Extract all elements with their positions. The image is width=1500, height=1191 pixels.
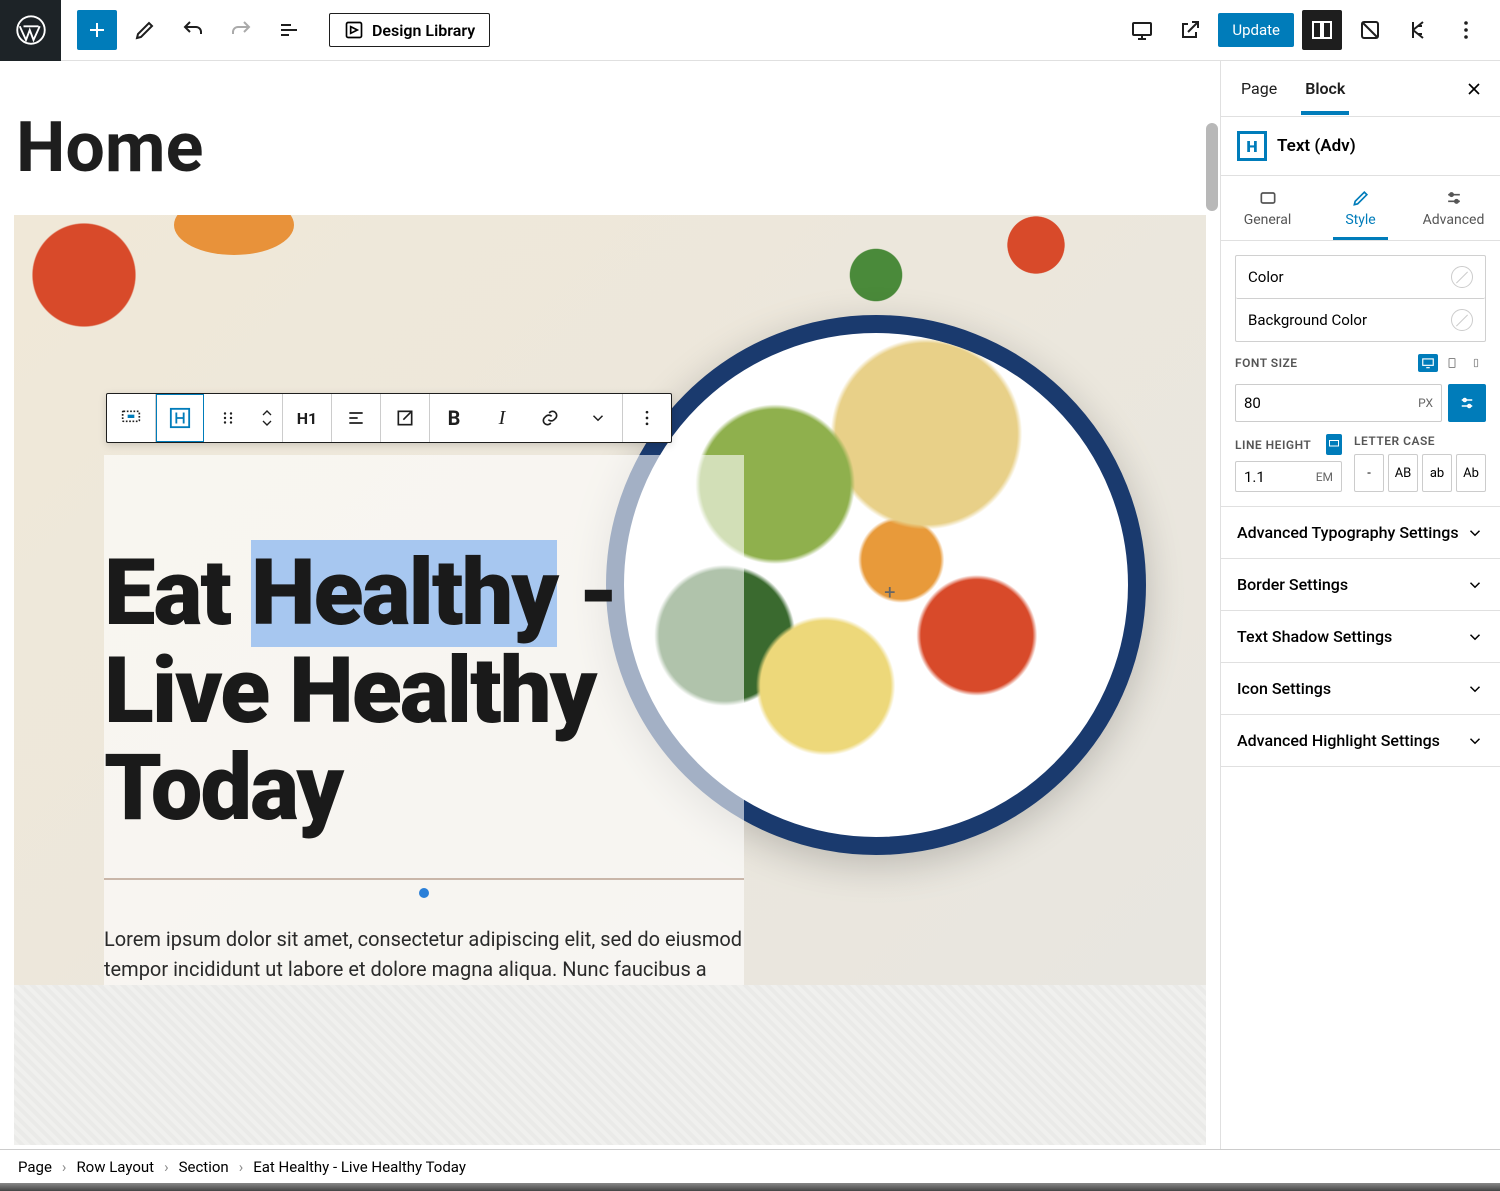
close-sidebar-button[interactable] <box>1454 69 1494 109</box>
block-toolbar: H1 B I <box>106 393 672 443</box>
chevron-right-icon: › <box>62 1158 67 1176</box>
desktop-icon[interactable] <box>1326 434 1342 455</box>
options-button[interactable] <box>1446 10 1486 50</box>
case-none-button[interactable]: - <box>1354 454 1384 492</box>
block-name: Text (Adv) <box>1277 136 1356 156</box>
block-options-button[interactable] <box>623 394 671 442</box>
font-size-input[interactable]: PX <box>1235 384 1442 422</box>
font-size-label: FONT SIZE <box>1235 356 1298 370</box>
accordion-text-shadow[interactable]: Text Shadow Settings <box>1221 611 1500 663</box>
page-title[interactable]: Home <box>16 107 1204 189</box>
case-upper-button[interactable]: AB <box>1388 454 1418 492</box>
chevron-right-icon: › <box>164 1158 169 1176</box>
move-up-down-button[interactable] <box>252 394 282 442</box>
styles-button[interactable] <box>1350 10 1390 50</box>
line-height-input[interactable]: EM <box>1235 461 1342 492</box>
accordion-icon[interactable]: Icon Settings <box>1221 663 1500 715</box>
hero-paragraph[interactable]: Lorem ipsum dolor sit amet, consectetur … <box>104 924 744 985</box>
breadcrumb-item[interactable]: Section <box>179 1158 229 1176</box>
breadcrumb-item[interactable]: Eat Healthy - Live Healthy Today <box>253 1158 466 1176</box>
background-color-setting[interactable]: Background Color <box>1236 299 1485 341</box>
redo-button[interactable] <box>221 10 261 50</box>
hero-content: Eat Healthy - Live Healthy Today Lorem i… <box>104 455 744 985</box>
drag-handle-button[interactable] <box>204 394 252 442</box>
breadcrumb-item[interactable]: Row Layout <box>76 1158 154 1176</box>
top-toolbar: Design Library Update <box>0 0 1500 61</box>
settings-panel-toggle[interactable] <box>1302 10 1342 50</box>
accordion-advanced-highlight[interactable]: Advanced Highlight Settings <box>1221 715 1500 767</box>
add-column-handle[interactable]: + <box>884 580 895 604</box>
update-button[interactable]: Update <box>1218 13 1294 47</box>
line-height-label: LINE HEIGHT <box>1235 438 1311 452</box>
subtab-advanced[interactable]: Advanced <box>1407 176 1500 240</box>
responsive-device-toggle <box>1418 354 1486 372</box>
open-external-button[interactable] <box>1170 10 1210 50</box>
add-block-button[interactable] <box>77 10 117 50</box>
mobile-icon[interactable] <box>1466 354 1486 372</box>
tab-block[interactable]: Block <box>1291 63 1359 114</box>
subtab-general[interactable]: General <box>1221 176 1314 240</box>
design-library-button[interactable]: Design Library <box>329 13 490 47</box>
accordion-border[interactable]: Border Settings <box>1221 559 1500 611</box>
subtab-style[interactable]: Style <box>1314 176 1407 240</box>
design-library-label: Design Library <box>372 21 475 40</box>
letter-case-label: LETTER CASE <box>1354 434 1486 448</box>
empty-swatch-icon <box>1451 309 1473 331</box>
bold-button[interactable]: B <box>430 394 478 442</box>
block-icon: H <box>1237 131 1267 161</box>
case-capitalize-button[interactable]: Ab <box>1456 454 1486 492</box>
hero-heading[interactable]: Eat Healthy - Live Healthy Today <box>104 545 744 838</box>
undo-button[interactable] <box>173 10 213 50</box>
typography-button[interactable] <box>381 394 429 442</box>
link-button[interactable] <box>526 394 574 442</box>
view-button[interactable] <box>1122 10 1162 50</box>
italic-button[interactable]: I <box>478 394 526 442</box>
highlighted-text: Healthy <box>251 540 557 647</box>
letter-case-buttons: - AB ab Ab <box>1354 454 1486 492</box>
empty-swatch-icon <box>1451 266 1473 288</box>
desktop-icon[interactable] <box>1418 354 1438 372</box>
divider[interactable] <box>104 878 744 898</box>
editor-canvas[interactable]: Home + Eat Healthy - Live Healthy Today <box>0 61 1220 1149</box>
align-button[interactable] <box>332 394 380 442</box>
divider-dot-icon <box>419 888 429 898</box>
more-rich-text-button[interactable] <box>574 394 622 442</box>
color-setting[interactable]: Color <box>1236 256 1485 299</box>
select-section-button[interactable] <box>107 394 155 442</box>
scrollbar-thumb[interactable] <box>1206 123 1218 211</box>
next-section[interactable] <box>14 985 1206 1145</box>
edit-mode-button[interactable] <box>125 10 165 50</box>
block-type-button[interactable] <box>156 394 204 442</box>
settings-sidebar: Page Block H Text (Adv) General Style <box>1220 61 1500 1149</box>
breadcrumb-item[interactable]: Page <box>18 1158 52 1176</box>
heading-level-button[interactable]: H1 <box>283 394 331 442</box>
breadcrumb: Page › Row Layout › Section › Eat Health… <box>0 1149 1500 1183</box>
accordion-advanced-typography[interactable]: Advanced Typography Settings <box>1221 507 1500 559</box>
case-lower-button[interactable]: ab <box>1422 454 1452 492</box>
document-overview-button[interactable] <box>269 10 309 50</box>
kadence-button[interactable] <box>1398 10 1438 50</box>
tab-page[interactable]: Page <box>1227 63 1291 114</box>
wordpress-logo[interactable] <box>0 0 61 61</box>
font-size-settings-button[interactable] <box>1448 384 1486 422</box>
tablet-icon[interactable] <box>1442 354 1462 372</box>
hero-section[interactable]: + Eat Healthy - Live Healthy Today Lorem… <box>14 215 1206 985</box>
chevron-right-icon: › <box>239 1158 244 1176</box>
